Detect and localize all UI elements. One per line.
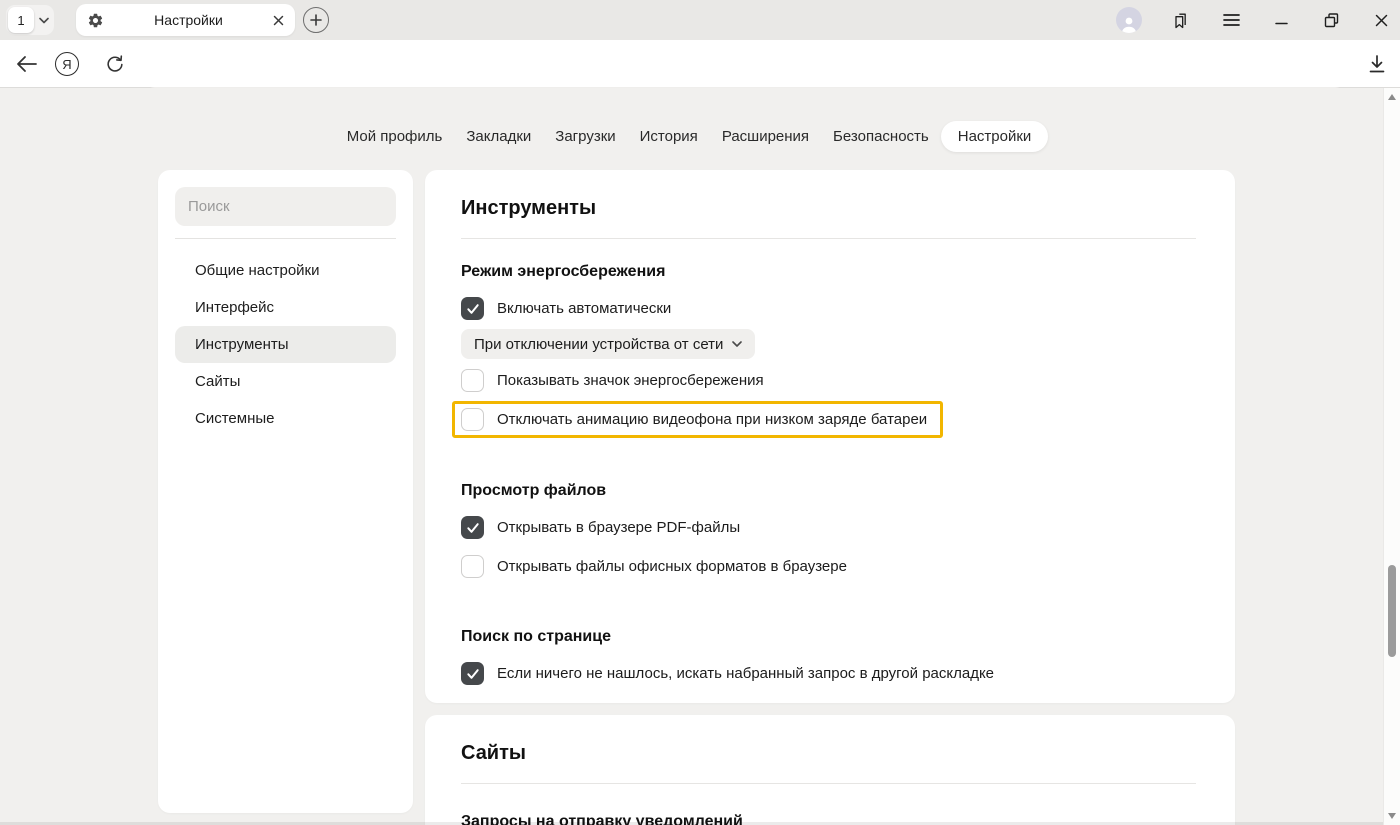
reload-button[interactable] bbox=[103, 52, 127, 76]
menu-icon[interactable] bbox=[1220, 9, 1242, 31]
checkbox-layout-search[interactable] bbox=[461, 662, 484, 685]
profile-avatar[interactable] bbox=[1116, 7, 1142, 33]
chevron-down-icon bbox=[732, 341, 742, 347]
close-window-button[interactable] bbox=[1370, 9, 1392, 31]
section-heading-page-search: Поиск по странице bbox=[461, 627, 1196, 646]
scroll-up-arrow-icon[interactable] bbox=[1388, 94, 1396, 100]
checkbox-open-office-files[interactable] bbox=[461, 555, 484, 578]
setting-label: Открывать в браузере PDF-файлы bbox=[497, 519, 740, 536]
setting-row-pdf: Открывать в браузере PDF-файлы bbox=[461, 514, 1196, 541]
tab-title: Настройки bbox=[104, 12, 273, 28]
checkbox-show-icon[interactable] bbox=[461, 369, 484, 392]
settings-nav-tabs: Мой профиль Закладки Загрузки История Ра… bbox=[0, 121, 1383, 152]
page-title: Инструменты bbox=[461, 197, 1196, 219]
power-saving-trigger-select[interactable]: При отключении устройства от сети bbox=[461, 329, 755, 359]
setting-row-office-files: Открывать файлы офисных форматов в брауз… bbox=[461, 553, 1196, 580]
sidebar-item-sites[interactable]: Сайты bbox=[175, 363, 396, 400]
nav-tab-my-profile[interactable]: Мой профиль bbox=[335, 121, 455, 152]
setting-row-layout-search: Если ничего не нашлось, искать набранный… bbox=[461, 660, 1196, 687]
browser-tab-settings[interactable]: Настройки bbox=[76, 4, 295, 36]
tab-list-chevron-down-icon[interactable] bbox=[39, 17, 49, 24]
browser-window: 1 Настройки bbox=[0, 0, 1400, 825]
tab-counter-button[interactable]: 1 bbox=[8, 7, 34, 33]
restore-button[interactable] bbox=[1320, 9, 1342, 31]
setting-label: Если ничего не нашлось, искать набранный… bbox=[497, 665, 994, 682]
sidebar-item-system[interactable]: Системные bbox=[175, 400, 396, 437]
nav-tab-security[interactable]: Безопасность bbox=[821, 121, 941, 152]
sites-card-title: Сайты bbox=[461, 742, 1196, 764]
checkbox-open-pdf[interactable] bbox=[461, 516, 484, 539]
section-heading-file-viewing: Просмотр файлов bbox=[461, 481, 1196, 500]
select-value: При отключении устройства от сети bbox=[474, 336, 723, 353]
checkbox-auto-enable[interactable] bbox=[461, 297, 484, 320]
sidebar-item-tools[interactable]: Инструменты bbox=[175, 326, 396, 363]
checkbox-disable-video-animation[interactable] bbox=[461, 408, 484, 431]
sidebar-divider bbox=[175, 238, 396, 239]
nav-tab-bookmarks[interactable]: Закладки bbox=[454, 121, 543, 152]
setting-label: Открывать файлы офисных форматов в брауз… bbox=[497, 558, 847, 575]
scrollbar-thumb[interactable] bbox=[1388, 565, 1396, 657]
minimize-button[interactable] bbox=[1270, 9, 1292, 31]
yandex-logo-icon[interactable]: Я bbox=[55, 52, 79, 76]
back-button[interactable] bbox=[15, 52, 39, 76]
title-divider bbox=[461, 238, 1196, 239]
setting-label: Отключать анимацию видеофона при низком … bbox=[497, 411, 927, 428]
new-tab-button[interactable] bbox=[303, 7, 329, 33]
nav-tab-downloads[interactable]: Загрузки bbox=[543, 121, 627, 152]
sidebar-item-interface[interactable]: Интерфейс bbox=[175, 289, 396, 326]
tools-settings-card: Инструменты Режим энергосбережения Включ… bbox=[425, 170, 1235, 703]
tab-close-icon[interactable] bbox=[273, 15, 284, 26]
section-heading-power-saving: Режим энергосбережения bbox=[461, 262, 1196, 281]
page-scrollbar[interactable] bbox=[1383, 88, 1400, 825]
sidebar-list: Общие настройки Интерфейс Инструменты Са… bbox=[175, 252, 396, 437]
tab-counter-group: 1 bbox=[6, 5, 54, 35]
scroll-down-arrow-icon[interactable] bbox=[1388, 813, 1396, 819]
setting-row-auto-enable: Включать автоматически bbox=[461, 295, 1196, 322]
settings-sidebar: Общие настройки Интерфейс Инструменты Са… bbox=[158, 170, 413, 813]
sites-settings-card: Сайты Запросы на отправку уведомлений bbox=[425, 715, 1235, 825]
browser-toolbar: Я Y settings Настройки bbox=[0, 40, 1400, 88]
bookmarks-panel-icon[interactable] bbox=[1170, 9, 1192, 31]
setting-label: Включать автоматически bbox=[497, 300, 671, 317]
setting-label: Показывать значок энергосбережения bbox=[497, 372, 764, 389]
gear-icon bbox=[87, 12, 104, 29]
tab-bar: 1 Настройки bbox=[0, 0, 1400, 40]
nav-tab-extensions[interactable]: Расширения bbox=[710, 121, 821, 152]
downloads-icon[interactable] bbox=[1364, 51, 1390, 77]
window-controls bbox=[1116, 0, 1392, 40]
setting-row-show-icon: Показывать значок энергосбережения bbox=[461, 367, 1196, 394]
sidebar-item-general[interactable]: Общие настройки bbox=[175, 252, 396, 289]
sites-title-divider bbox=[461, 783, 1196, 784]
nav-tab-history[interactable]: История bbox=[628, 121, 710, 152]
highlighted-setting-row-disable-video-animation: Отключать анимацию видеофона при низком … bbox=[452, 401, 943, 438]
settings-page: Мой профиль Закладки Загрузки История Ра… bbox=[0, 88, 1400, 825]
search-input[interactable] bbox=[175, 187, 396, 226]
nav-tab-settings[interactable]: Настройки bbox=[941, 121, 1049, 152]
